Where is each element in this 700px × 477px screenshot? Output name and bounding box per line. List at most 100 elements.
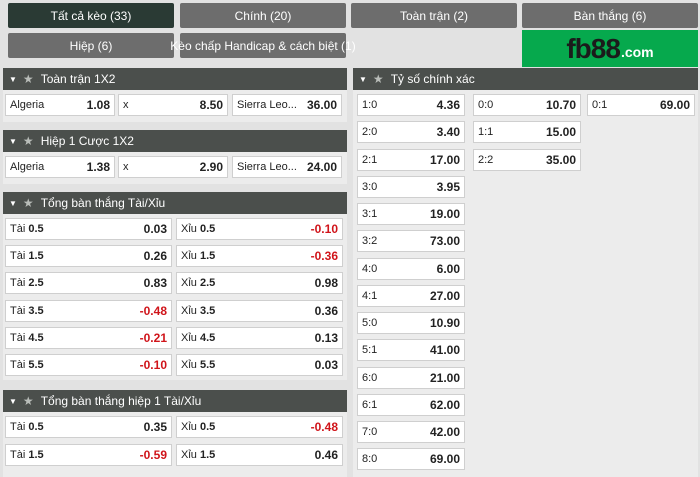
odds-cell[interactable]: Sierra Leo... 24.00 xyxy=(232,156,342,178)
odds-cell[interactable]: 3:1 19.00 xyxy=(357,203,465,225)
odds-cell[interactable]: Sierra Leo... 36.00 xyxy=(232,94,342,116)
odds-value: 4.36 xyxy=(436,98,460,112)
section-header-ft1x2[interactable]: ▼ ★ Toàn trận 1X2 xyxy=(3,68,347,90)
odds-cell[interactable]: 3:0 3.95 xyxy=(357,175,465,198)
tab-all[interactable]: Tất cả kèo (33) xyxy=(8,3,174,28)
odds-cell[interactable]: 1:0 4.36 xyxy=(357,94,465,116)
section-header-correct-score[interactable]: ▼ ★ Tỷ số chính xác xyxy=(353,68,698,90)
section-header-h1x2[interactable]: ▼ ★ Hiệp 1 Cược 1X2 xyxy=(3,130,347,152)
odds-cell[interactable]: Xỉu 1.5 -0.36 xyxy=(176,245,343,268)
odds-cell[interactable]: Tài 4.5 -0.21 xyxy=(5,326,172,349)
odds-cell[interactable]: 2:2 35.00 xyxy=(473,148,581,171)
odds-cell[interactable]: 0:0 10.70 xyxy=(473,94,581,116)
odds-cell[interactable]: 6:1 62.00 xyxy=(357,393,465,416)
star-icon[interactable]: ★ xyxy=(23,72,34,86)
odds-label: 3:1 xyxy=(362,208,378,220)
odds-cell[interactable]: Xỉu 3.5 0.36 xyxy=(176,299,343,322)
odds-cell[interactable]: Tài 5.5 -0.10 xyxy=(5,354,172,376)
odds-cell[interactable]: 8:0 69.00 xyxy=(357,448,465,471)
odds-label: Xỉu 1.5 xyxy=(181,250,215,262)
odds-cell[interactable]: x 2.90 xyxy=(118,156,228,178)
star-icon[interactable]: ★ xyxy=(23,394,34,408)
odds-value: 3.40 xyxy=(436,125,460,140)
bet-side-label: Tài xyxy=(10,331,26,344)
section-header-over-under[interactable]: ▼ ★ Tổng bàn thắng Tài/Xỉu xyxy=(3,192,347,214)
tab-main[interactable]: Chính (20) xyxy=(180,3,346,28)
odds-value: 3.95 xyxy=(436,179,460,194)
goal-line: 1.5 xyxy=(28,448,44,461)
bet-side-label: Tài xyxy=(10,223,26,235)
odds-label: 3:0 xyxy=(362,180,378,193)
bet-side-label: Xỉu xyxy=(181,304,197,317)
tab-handicap[interactable]: Kèo chấp Handicap & cách biệt (1) xyxy=(170,33,356,58)
odds-label: Xỉu 0.5 xyxy=(181,421,215,433)
tab-full-match[interactable]: Toàn trận (2) xyxy=(351,3,517,28)
odds-value: 24.00 xyxy=(306,160,337,174)
odds-cell[interactable]: 4:0 6.00 xyxy=(357,257,465,280)
odds-cell[interactable]: Tài 1.5 0.26 xyxy=(5,245,172,268)
odds-cell[interactable]: 2:0 3.40 xyxy=(357,121,465,144)
odds-label: Sierra Leo... xyxy=(237,99,297,111)
odds-cell[interactable]: 1:1 15.00 xyxy=(473,121,581,144)
odds-label: 4:0 xyxy=(362,262,378,275)
odds-label: 4:1 xyxy=(362,289,378,302)
odds-cell[interactable]: 5:0 10.90 xyxy=(357,312,465,334)
odds-value: 0.03 xyxy=(143,222,167,236)
odds-value: 17.00 xyxy=(429,152,460,167)
odds-cell[interactable]: Xỉu 2.5 0.98 xyxy=(176,272,343,295)
bet-side-label: Tài xyxy=(10,250,26,263)
odds-label: 7:0 xyxy=(362,426,378,438)
odds-cell[interactable]: 2:1 17.00 xyxy=(357,148,465,171)
bet-side-label: Tài xyxy=(10,304,26,317)
odds-value: 8.50 xyxy=(199,98,223,112)
odds-cell[interactable]: Tài 2.5 0.83 xyxy=(5,272,172,295)
odds-cell[interactable]: Algeria 1.38 xyxy=(5,156,115,178)
odds-label: 8:0 xyxy=(362,453,378,466)
odds-value: 0.03 xyxy=(314,358,338,372)
odds-value: 27.00 xyxy=(429,288,460,303)
odds-cell[interactable]: Xỉu 5.5 0.03 xyxy=(176,354,343,376)
odds-cell[interactable]: Tài 0.5 0.03 xyxy=(5,218,172,240)
bet-side-label: Xỉu xyxy=(181,277,197,290)
odds-cell[interactable]: 4:1 27.00 xyxy=(357,284,465,307)
odds-label: 2:0 xyxy=(362,126,378,139)
odds-cell[interactable]: Xỉu 0.5 -0.48 xyxy=(176,416,343,438)
odds-label: Xỉu 4.5 xyxy=(181,332,215,344)
odds-value: 0.36 xyxy=(314,303,338,318)
tab-goals[interactable]: Bàn thắng (6) xyxy=(522,3,698,28)
odds-label: 2:2 xyxy=(478,153,494,166)
odds-cell[interactable]: 3:2 73.00 xyxy=(357,230,465,253)
odds-cell[interactable]: Xỉu 4.5 0.13 xyxy=(176,326,343,349)
tab-half[interactable]: Hiệp (6) xyxy=(8,33,174,58)
section-title: Tỷ số chính xác xyxy=(390,72,475,86)
bet-side-label: Xỉu xyxy=(181,331,197,344)
odds-cell[interactable]: Algeria 1.08 xyxy=(5,94,115,116)
odds-cell[interactable]: Tài 0.5 0.35 xyxy=(5,416,172,438)
odds-value: -0.21 xyxy=(139,330,167,345)
odds-value: -0.48 xyxy=(310,420,338,434)
odds-cell[interactable]: Xỉu 1.5 0.46 xyxy=(176,443,343,466)
odds-cell[interactable]: 5:1 41.00 xyxy=(357,339,465,362)
bet-side-label: Tài xyxy=(10,448,26,461)
odds-cell[interactable]: Tài 3.5 -0.48 xyxy=(5,299,172,322)
odds-cell[interactable]: Xỉu 0.5 -0.10 xyxy=(176,218,343,240)
odds-value: 0.83 xyxy=(143,276,167,291)
odds-value: 10.70 xyxy=(545,98,576,112)
odds-label: Tài 3.5 xyxy=(10,305,44,317)
odds-cell[interactable]: x 8.50 xyxy=(118,94,228,116)
collapse-caret-icon: ▼ xyxy=(9,396,17,406)
star-icon[interactable]: ★ xyxy=(373,72,384,86)
odds-value: 0.46 xyxy=(314,447,338,462)
odds-cell[interactable]: 0:1 69.00 xyxy=(587,94,695,116)
odds-label: Tài 1.5 xyxy=(10,250,44,262)
odds-cell[interactable]: Tài 1.5 -0.59 xyxy=(5,443,172,466)
star-icon[interactable]: ★ xyxy=(23,134,34,148)
odds-cell[interactable]: 7:0 42.00 xyxy=(357,421,465,443)
odds-label: 2:1 xyxy=(362,153,378,166)
odds-label: Algeria xyxy=(10,161,45,173)
odds-value: 0.35 xyxy=(143,420,167,434)
section-header-over-under-h1[interactable]: ▼ ★ Tổng bàn thắng hiệp 1 Tài/Xỉu xyxy=(3,390,347,412)
star-icon[interactable]: ★ xyxy=(23,196,34,210)
collapse-caret-icon: ▼ xyxy=(9,74,17,84)
odds-cell[interactable]: 6:0 21.00 xyxy=(357,366,465,389)
